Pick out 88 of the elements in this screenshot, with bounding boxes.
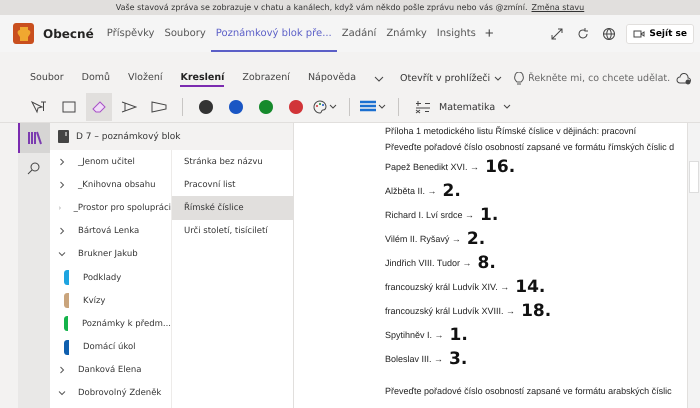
- channel-tab[interactable]: Poznámkový blok pře...: [210, 15, 337, 52]
- section-group-item[interactable]: Danková Elena: [50, 358, 171, 382]
- math-button[interactable]: Matematika: [409, 99, 518, 115]
- channel-tab[interactable]: Příspěvky: [102, 15, 160, 52]
- question-text: francouzský král Ludvík XIV. →: [385, 282, 510, 292]
- question-text: Alžběta II. →: [385, 186, 437, 196]
- page-heading: Příloha 1 metodického listu Římské číslice v dějinách: pracovní: [385, 125, 638, 138]
- ribbon-tab[interactable]: Domů: [82, 70, 110, 87]
- section-group-item[interactable]: Bártová Lenka: [50, 220, 171, 243]
- pen-color-swatch[interactable]: [259, 100, 273, 114]
- handwritten-answer: 16.: [485, 157, 516, 177]
- chevron-icon[interactable]: [58, 227, 66, 236]
- notebook-icon: [58, 130, 69, 143]
- open-in-browser-button[interactable]: Otevřít v prohlížeči: [400, 73, 502, 84]
- meet-button[interactable]: Sejít se: [626, 24, 694, 44]
- chevron-icon[interactable]: [58, 158, 66, 166]
- ribbon-tab[interactable]: Kreslení: [180, 70, 224, 87]
- question-text: Richard I. Lví srdce →: [385, 210, 474, 220]
- question-text: Papež Benedikt XVI. →: [385, 162, 480, 172]
- video-camera-icon: [633, 28, 646, 38]
- page-item[interactable]: Stránka bez názvu: [172, 150, 293, 174]
- tell-me-field[interactable]: Řekněte mi, co chcete udělat.: [528, 71, 670, 86]
- page-item[interactable]: Římské číslice: [172, 196, 293, 220]
- chevron-icon[interactable]: [58, 366, 66, 374]
- chevron-icon[interactable]: [58, 180, 66, 189]
- refresh-icon[interactable]: [576, 26, 590, 40]
- question-text: Boleslav III. →: [385, 354, 444, 364]
- notebook-title: D 7 – poznámkový blok: [76, 132, 181, 142]
- cloud-sync-icon: [676, 72, 692, 84]
- handwritten-answer: 2.: [466, 229, 486, 249]
- ribbon-tab[interactable]: Zobrazení: [242, 70, 290, 87]
- handwritten-answer: 8.: [478, 253, 496, 273]
- notice-text: Vaše stavová zpráva se zobrazuje v chatu a kanálech, když vám někdo pošle zprávu nebo vás @zmíní.: [116, 3, 528, 12]
- question-text: francouzský král Ludvík XVIII. →: [385, 306, 516, 316]
- question-text: Jindřich VIII. Tudor →: [385, 258, 472, 268]
- highlighter-icon: [151, 101, 167, 113]
- handwritten-answer: 3.: [449, 349, 468, 369]
- handwritten-answer: 1.: [480, 205, 498, 225]
- ribbon-tab[interactable]: Soubor: [30, 70, 64, 87]
- expand-icon[interactable]: [550, 26, 564, 40]
- handwritten-answer: 1.: [450, 325, 468, 345]
- lightbulb-icon: [514, 72, 524, 86]
- chevron-icon[interactable]: [58, 250, 66, 258]
- section-group-item[interactable]: Dobrovolný Zdeněk: [50, 382, 171, 406]
- chevron-icon: [503, 104, 512, 110]
- handwritten-answer: 2.: [442, 181, 461, 201]
- channel-tab[interactable]: Insights: [432, 15, 481, 52]
- page-item[interactable]: Urči století, tisíciletí: [172, 220, 293, 243]
- handwritten-answer: 14.: [515, 277, 546, 297]
- pen-color-swatch[interactable]: [289, 100, 303, 114]
- chevron-icon[interactable]: [374, 74, 384, 82]
- eraser-icon: [91, 100, 107, 114]
- team-logo-icon: [13, 23, 34, 44]
- pen-color-swatch[interactable]: [199, 100, 213, 114]
- section-item[interactable]: Domácí úkol: [50, 336, 171, 359]
- chevron-icon: [494, 76, 502, 82]
- scrollbar[interactable]: [687, 123, 700, 408]
- ribbon-tab[interactable]: Vložení: [128, 70, 162, 87]
- section-group-item[interactable]: Brukner Jakub: [50, 242, 171, 266]
- chevron-icon[interactable]: [58, 389, 66, 398]
- palette-icon[interactable]: [313, 100, 339, 114]
- line-weight-icon[interactable]: [360, 100, 388, 114]
- instruction-text: Převeďte pořadové číslo osobností zapsané ve formátu arabských číslic: [385, 385, 673, 398]
- section-item[interactable]: Kvízy: [50, 289, 171, 312]
- globe-icon[interactable]: [602, 26, 616, 40]
- page-item[interactable]: Pracovní list: [172, 173, 293, 196]
- ribbon-tab[interactable]: Nápověda: [308, 70, 356, 87]
- math-symbols-icon: [415, 100, 431, 114]
- channel-name: Obecné: [43, 26, 94, 40]
- change-status-link[interactable]: Změna stavu: [532, 3, 584, 12]
- pen-icon: [121, 101, 137, 113]
- section-group-item[interactable]: _Knihovna obsahu: [50, 173, 171, 196]
- question-text: Spytihněv I. →: [385, 330, 444, 340]
- section-group-item[interactable]: _Jenom učitel: [50, 150, 171, 174]
- channel-tab[interactable]: Zadání: [336, 15, 382, 52]
- add-tab-button[interactable]: +: [480, 25, 498, 42]
- channel-tab[interactable]: Soubory: [159, 15, 211, 52]
- section-item[interactable]: Poznámky k předm...: [50, 312, 171, 336]
- section-group-item[interactable]: _Prostor pro spolupráci: [50, 196, 171, 220]
- notebooks-icon[interactable]: [18, 123, 50, 153]
- section-item[interactable]: Podklady: [50, 266, 171, 290]
- pen-color-swatch[interactable]: [229, 100, 243, 114]
- handwritten-answer: 18.: [521, 301, 552, 321]
- pointer-text-icon: [31, 100, 47, 114]
- instruction-text: Převeďte pořadové číslo osobností zapsané ve formátu římských číslic d: [385, 141, 676, 154]
- question-text: Vilém II. Ryšavý →: [385, 234, 461, 244]
- channel-tab[interactable]: Známky: [381, 15, 432, 52]
- rectangle-select-icon: [62, 101, 76, 113]
